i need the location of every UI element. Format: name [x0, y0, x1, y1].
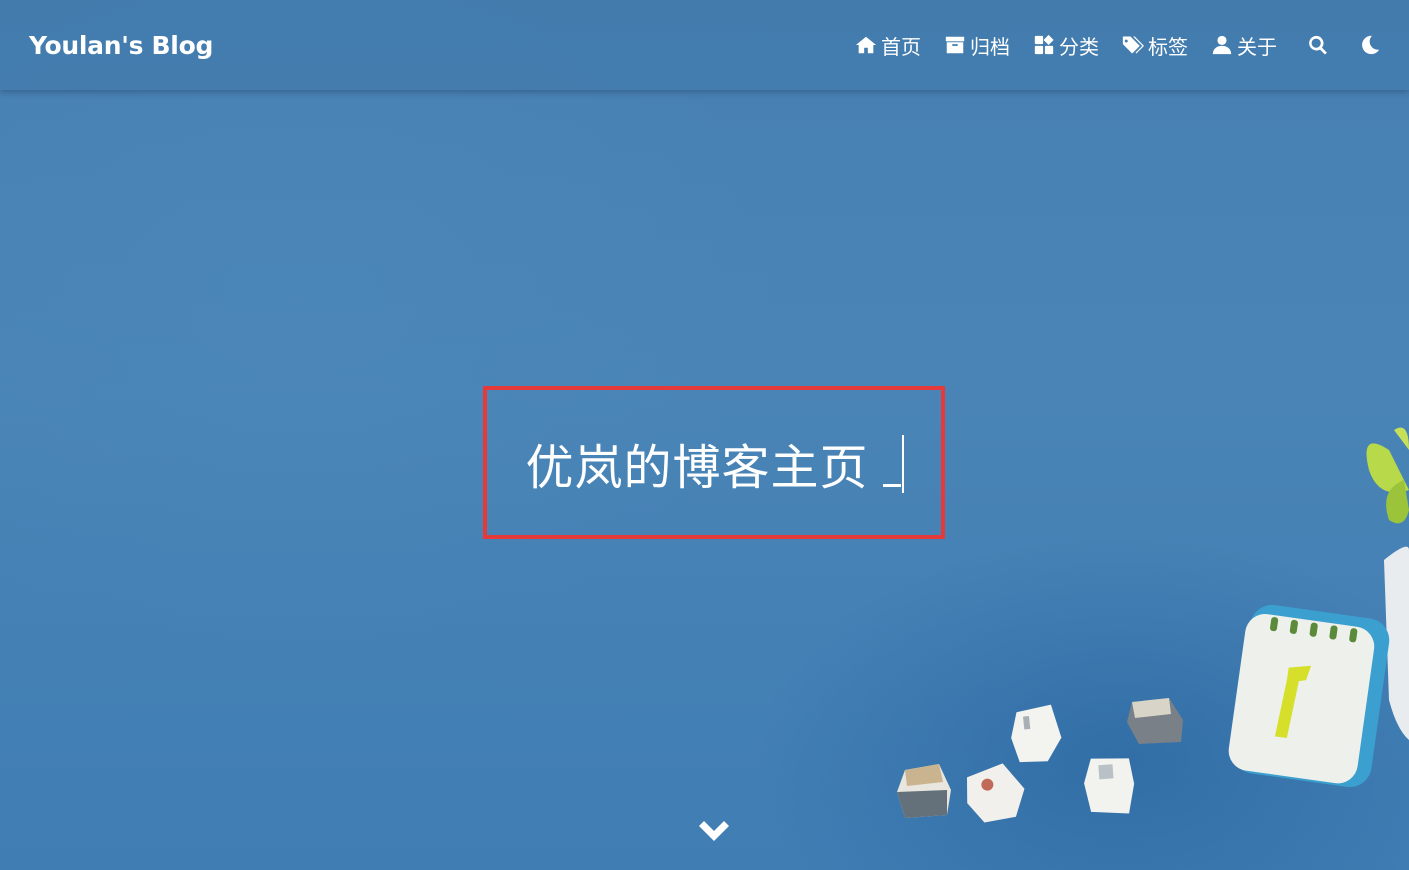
nav-item-about[interactable]: 关于 — [1211, 31, 1277, 60]
nav-item-label: 归档 — [970, 34, 1010, 59]
nav-item-archive[interactable]: 归档 — [944, 31, 1010, 60]
nav-item-label: 分类 — [1059, 34, 1099, 59]
nav-item-label: 首页 — [881, 34, 921, 59]
tags-icon — [1122, 34, 1144, 56]
chevron-down-icon — [696, 821, 732, 848]
nav-menu: 首页 归档 分类 标签 关于 — [832, 0, 1381, 90]
home-icon — [855, 34, 877, 56]
nav-item-label: 关于 — [1237, 34, 1277, 59]
moon-icon — [1359, 34, 1381, 56]
nav-item-home[interactable]: 首页 — [855, 31, 921, 60]
search-button[interactable] — [1307, 34, 1329, 56]
archive-icon — [944, 34, 966, 56]
user-icon — [1211, 34, 1233, 56]
search-icon — [1307, 34, 1329, 56]
scroll-down-button[interactable] — [696, 818, 732, 844]
typing-cursor — [882, 434, 904, 493]
hero-title-box: 优岚的博客主页 — [483, 386, 945, 539]
site-brand[interactable]: Youlan's Blog — [29, 31, 213, 60]
nav-item-tags[interactable]: 标签 — [1122, 31, 1188, 60]
top-navbar: Youlan's Blog 首页 归档 分类 标签 关于 — [0, 0, 1409, 90]
hero-title-text: 优岚的博客主页 — [525, 439, 869, 496]
hero-title: 优岚的博客主页 — [525, 428, 904, 498]
theme-toggle-button[interactable] — [1359, 34, 1381, 56]
nav-item-categories[interactable]: 分类 — [1033, 31, 1099, 60]
nav-item-label: 标签 — [1148, 34, 1188, 59]
categories-icon — [1033, 34, 1055, 56]
